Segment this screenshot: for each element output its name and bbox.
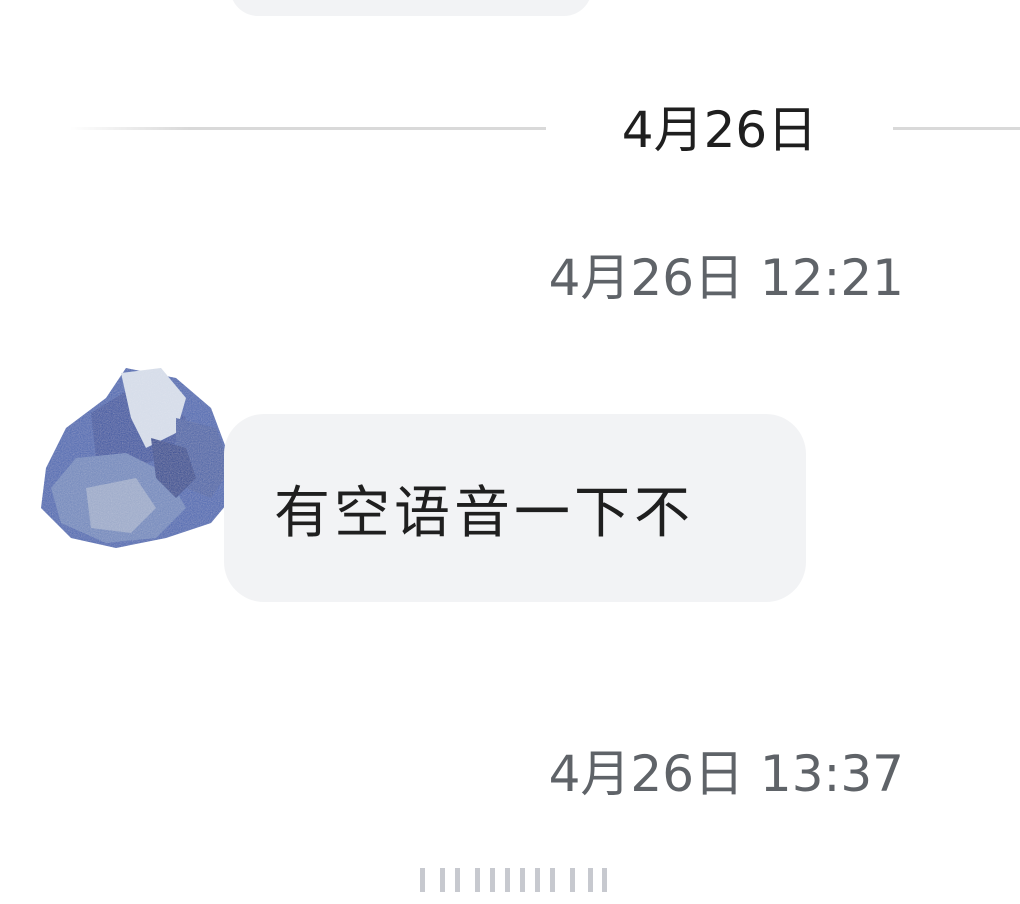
avatar-image xyxy=(41,368,236,548)
message-text: 有空语音一下不 xyxy=(274,480,694,546)
divider-line-left xyxy=(70,127,546,130)
message-timestamp-next: 4月26日 13:37 xyxy=(548,745,904,803)
message-row: 有空语音一下不 xyxy=(0,350,1020,610)
date-divider-label: 4月26日 xyxy=(621,101,818,159)
message-timestamp: 4月26日 12:21 xyxy=(548,249,904,307)
divider-line-right xyxy=(893,127,1020,130)
date-divider: 4月26日 xyxy=(0,100,1020,160)
message-bubble[interactable]: 有空语音一下不 xyxy=(224,414,806,602)
previous-message-bubble[interactable] xyxy=(230,0,592,16)
partial-next-message xyxy=(410,868,610,892)
avatar[interactable] xyxy=(36,358,236,553)
